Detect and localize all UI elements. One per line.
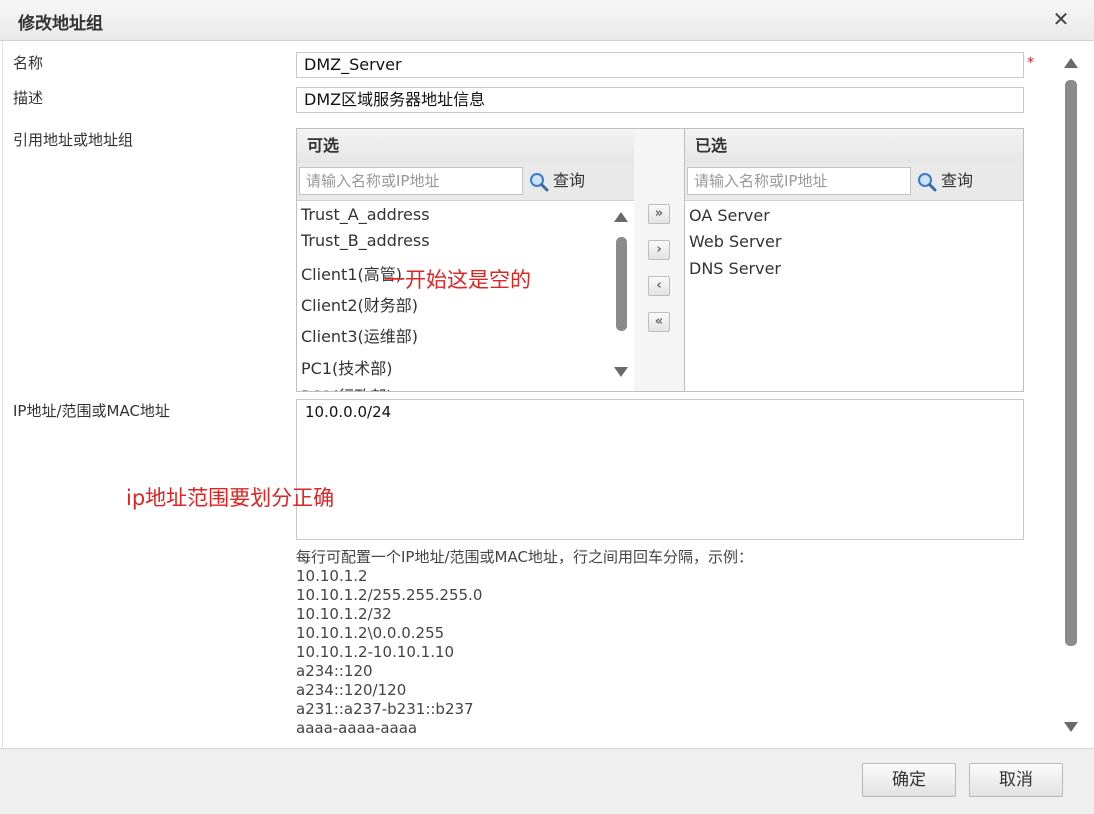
name-input[interactable]: DMZ_Server <box>296 52 1024 78</box>
add-button[interactable]: › <box>648 240 670 260</box>
available-search-bar: 请输入名称或IP地址 查询 <box>297 163 634 201</box>
scroll-down-icon[interactable] <box>614 367 628 377</box>
search-icon <box>530 172 549 191</box>
available-panel: 可选 请输入名称或IP地址 查询 Trust_A_address Trust_B… <box>296 128 635 392</box>
annotation-empty-note: 一开始这是空的 <box>384 268 531 292</box>
selected-list: OA Server Web Server DNS Server <box>685 200 1023 391</box>
list-item[interactable]: Client3(运维部) <box>301 323 418 347</box>
selected-search-bar: 请输入名称或IP地址 查询 <box>685 163 1023 201</box>
selected-search-label: 查询 <box>941 171 974 190</box>
list-item[interactable]: OA Server <box>689 206 770 225</box>
selected-panel-title: 已选 <box>685 129 1023 164</box>
transfer-buttons: » › ‹ « <box>634 128 685 392</box>
list-item[interactable]: DNS Server <box>689 259 781 278</box>
hint-line: 10.10.1.2/32 <box>296 605 392 623</box>
remove-all-button[interactable]: « <box>648 312 670 332</box>
hint-line: aaaa-aaaa-aaaa <box>296 719 418 737</box>
ip-hint: 每行可配置一个IP地址/范围或MAC地址，行之间用回车分隔，示例： 10.10.… <box>296 548 753 738</box>
list-item[interactable]: Trust_B_address <box>301 231 430 250</box>
ok-button[interactable]: 确定 <box>862 763 956 797</box>
dialog-scrollbar[interactable] <box>1060 50 1082 742</box>
selected-search-button[interactable]: 查询 <box>917 168 973 194</box>
dialog-titlebar: 修改地址组 ✕ <box>0 0 1094 41</box>
description-label: 描述 <box>13 89 44 107</box>
available-search-label: 查询 <box>553 171 586 190</box>
scrollbar-thumb[interactable] <box>616 237 627 331</box>
scroll-up-icon[interactable] <box>1064 58 1078 68</box>
hint-line: a234::120 <box>296 662 373 680</box>
available-search-button[interactable]: 查询 <box>529 168 585 194</box>
name-label: 名称 <box>13 54 44 72</box>
list-item[interactable]: PC1(技术部) <box>301 355 393 379</box>
available-list: Trust_A_address Trust_B_address Client1(… <box>297 200 634 391</box>
scrollbar-thumb[interactable] <box>1065 80 1077 646</box>
description-input[interactable]: DMZ区域服务器地址信息 <box>296 87 1024 113</box>
available-panel-title: 可选 <box>297 129 634 164</box>
hint-line: a234::120/120 <box>296 681 407 699</box>
available-search-input[interactable]: 请输入名称或IP地址 <box>299 167 523 195</box>
cancel-button[interactable]: 取消 <box>969 763 1063 797</box>
hint-line: 10.10.1.2 <box>296 567 368 585</box>
list-item[interactable]: PC2(行政部) <box>301 383 393 391</box>
dialog-footer: 确定 取消 <box>0 748 1094 814</box>
dialog-title: 修改地址组 <box>18 14 103 34</box>
search-icon <box>918 172 937 191</box>
ip-label: IP地址/范围或MAC地址 <box>13 402 170 420</box>
available-scrollbar[interactable] <box>610 204 632 384</box>
hint-line: 10.10.1.2/255.255.255.0 <box>296 586 483 604</box>
ip-textarea[interactable]: 10.0.0.0/24 <box>296 399 1024 540</box>
hint-line: a231::a237-b231::b237 <box>296 700 474 718</box>
required-mark: * <box>1027 55 1034 71</box>
hint-line: 10.10.1.2\0.0.0.255 <box>296 624 445 642</box>
reference-label: 引用地址或地址组 <box>13 131 134 149</box>
hint-line: 每行可配置一个IP地址/范围或MAC地址，行之间用回车分隔，示例： <box>296 548 753 566</box>
annotation-ip-note: ip地址范围要划分正确 <box>126 486 335 510</box>
selected-search-input[interactable]: 请输入名称或IP地址 <box>687 167 911 195</box>
list-item[interactable]: Trust_A_address <box>301 205 430 224</box>
scroll-up-icon[interactable] <box>614 212 628 222</box>
scroll-down-icon[interactable] <box>1064 722 1078 732</box>
add-all-button[interactable]: » <box>648 204 670 224</box>
selected-panel: 已选 请输入名称或IP地址 查询 OA Server Web Server DN… <box>684 128 1024 392</box>
list-item[interactable]: Client2(财务部) <box>301 292 418 316</box>
list-item[interactable]: Web Server <box>689 232 781 251</box>
remove-button[interactable]: ‹ <box>648 276 670 296</box>
hint-line: 10.10.1.2-10.10.1.10 <box>296 643 455 661</box>
close-icon[interactable]: ✕ <box>1050 6 1072 32</box>
